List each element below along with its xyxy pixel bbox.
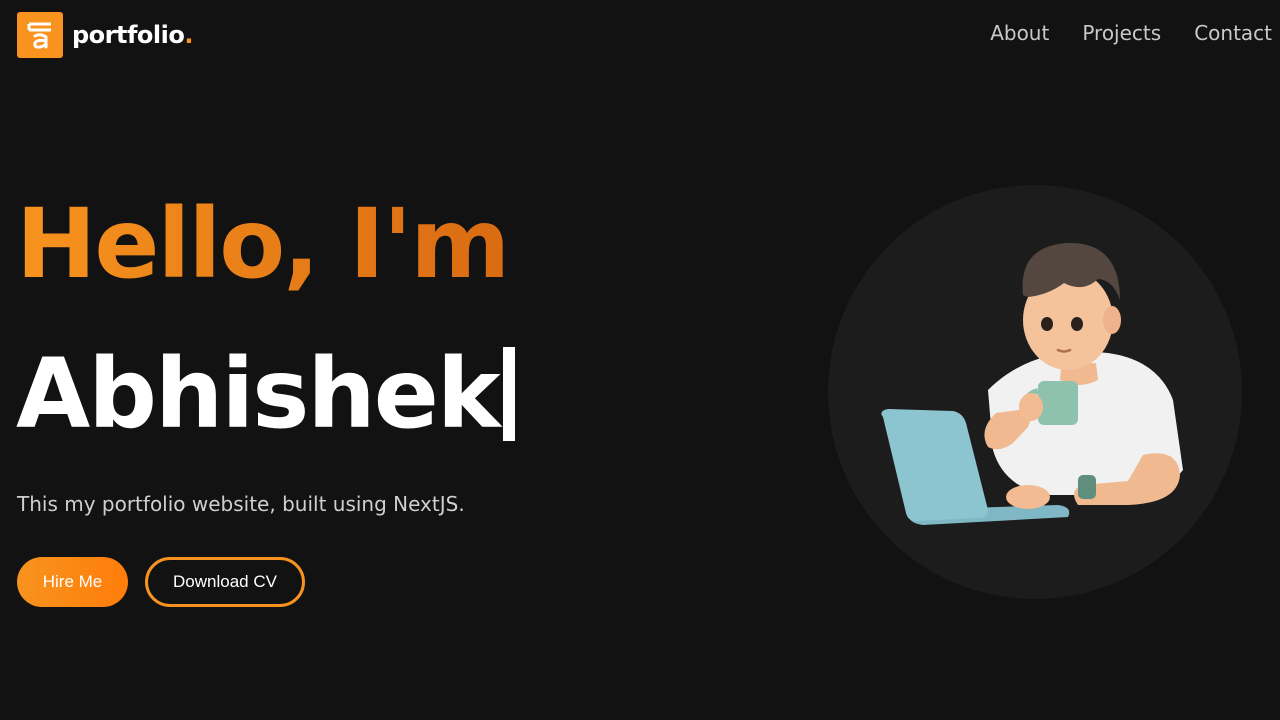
logo-dot: . <box>184 21 193 49</box>
logo-text: portfolio. <box>72 21 193 49</box>
logo-mark-icon <box>17 12 63 58</box>
hero-name-container: Abhishek <box>16 346 515 442</box>
typing-cursor <box>502 347 515 441</box>
nav-link-projects[interactable]: Projects <box>1082 21 1161 45</box>
nav-link-contact[interactable]: Contact <box>1194 21 1272 45</box>
download-cv-button[interactable]: Download CV <box>145 557 305 607</box>
hero-subtitle: This my portfolio website, built using N… <box>17 492 465 516</box>
logo-link[interactable]: portfolio. <box>17 12 193 58</box>
nav-links: About Projects Contact <box>990 21 1272 45</box>
hire-me-button[interactable]: Hire Me <box>17 557 128 607</box>
developer-with-laptop-illustration <box>881 242 1183 525</box>
hero-greeting: Hello, I'm <box>16 188 510 300</box>
portfolio-page: portfolio. About Projects Contact Hello,… <box>0 0 1280 720</box>
navbar: portfolio. About Projects Contact <box>0 0 1280 70</box>
hero-illustration-circle <box>828 185 1242 599</box>
nav-link-about[interactable]: About <box>990 21 1049 45</box>
hero-name: Abhishek <box>16 338 501 450</box>
